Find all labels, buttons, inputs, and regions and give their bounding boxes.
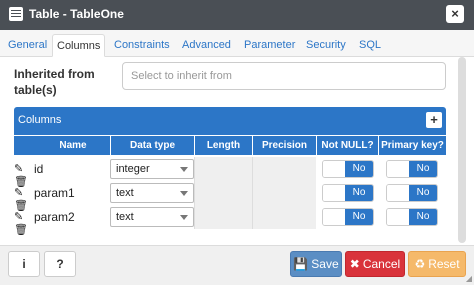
- cancel-label: Cancel: [362, 257, 401, 271]
- data-type-select[interactable]: text: [110, 207, 194, 227]
- not-null-toggle[interactable]: No: [322, 184, 374, 202]
- columns-grid-body: ✎🗑 id integer No No ✎🗑 param1 text No No…: [14, 155, 446, 236]
- save-button[interactable]: 💾 Save: [290, 251, 342, 277]
- trash-icon[interactable]: 🗑: [14, 224, 28, 236]
- inherit-label: Inherited from table(s): [14, 67, 95, 97]
- data-type-value: text: [116, 211, 134, 223]
- header-name: Name: [59, 140, 87, 151]
- primary-key-value: No: [409, 161, 437, 177]
- dialog-footer: i ? 💾 Save ✖ Cancel ♻ Reset ◢: [0, 245, 474, 285]
- header-primary-key: Primary key?: [378, 136, 446, 156]
- chevron-down-icon: [180, 215, 188, 220]
- data-type-select[interactable]: text: [110, 183, 194, 203]
- recycle-icon: ♻: [414, 257, 426, 271]
- edit-icon[interactable]: ✎: [14, 187, 23, 199]
- table-icon: [9, 7, 23, 21]
- tab-bar: General Columns Constraints Advanced Par…: [0, 30, 474, 57]
- primary-key-value: No: [409, 209, 437, 225]
- row-actions: ✎🗑: [14, 210, 36, 236]
- dialog-titlebar: Table - TableOne ×: [0, 0, 474, 30]
- columns-grid-column-headers: Name Data type Length Precision Not NULL…: [14, 135, 446, 156]
- inherit-select[interactable]: Select to inherit from: [122, 62, 446, 90]
- scrollbar[interactable]: [458, 57, 466, 243]
- row-actions: ✎🗑: [14, 162, 36, 188]
- column-name[interactable]: param2: [34, 210, 75, 224]
- not-null-value: No: [345, 209, 373, 225]
- data-type-value: text: [116, 187, 134, 199]
- not-null-value: No: [345, 161, 373, 177]
- save-label: Save: [311, 257, 339, 271]
- header-not-null: Not NULL?: [316, 136, 378, 156]
- primary-key-value: No: [409, 185, 437, 201]
- header-data-type: Data type: [110, 136, 194, 156]
- tab-advanced[interactable]: Advanced: [178, 34, 235, 57]
- tab-columns[interactable]: Columns: [52, 34, 106, 57]
- not-null-toggle[interactable]: No: [322, 208, 374, 226]
- chevron-down-icon: [180, 167, 188, 172]
- resize-grip-icon[interactable]: ◢: [466, 274, 472, 283]
- table-row: ✎🗑 param2 text No No: [14, 205, 446, 236]
- precision-cell[interactable]: [252, 181, 316, 205]
- help-button[interactable]: ?: [44, 251, 76, 277]
- header-precision: Precision: [252, 136, 316, 156]
- tab-constraints[interactable]: Constraints: [110, 34, 174, 57]
- not-null-value: No: [345, 185, 373, 201]
- reset-label: Reset: [428, 257, 460, 271]
- columns-grid-title: Columns: [18, 114, 62, 126]
- precision-cell[interactable]: [252, 205, 316, 229]
- not-null-toggle[interactable]: No: [322, 160, 374, 178]
- length-cell[interactable]: [194, 157, 252, 181]
- columns-grid-header: Columns +: [14, 107, 446, 135]
- primary-key-toggle[interactable]: No: [386, 184, 438, 202]
- dialog-title: Table - TableOne: [29, 7, 124, 21]
- data-type-select[interactable]: integer: [110, 159, 194, 179]
- cancel-button[interactable]: ✖ Cancel: [345, 251, 405, 277]
- edit-icon[interactable]: ✎: [14, 163, 23, 175]
- data-type-value: integer: [116, 163, 150, 175]
- column-name[interactable]: id: [34, 162, 43, 176]
- precision-cell[interactable]: [252, 157, 316, 181]
- tab-security[interactable]: Security: [302, 34, 350, 57]
- header-length: Length: [194, 136, 252, 156]
- floppy-disk-icon: 💾: [293, 257, 309, 271]
- primary-key-toggle[interactable]: No: [386, 160, 438, 178]
- tab-parameter[interactable]: Parameter: [240, 34, 299, 57]
- info-button[interactable]: i: [8, 251, 40, 277]
- tab-general[interactable]: General: [4, 34, 51, 57]
- close-button[interactable]: ×: [446, 5, 464, 23]
- primary-key-toggle[interactable]: No: [386, 208, 438, 226]
- tab-sql[interactable]: SQL: [355, 34, 385, 57]
- length-cell[interactable]: [194, 205, 252, 229]
- column-name[interactable]: param1: [34, 186, 75, 200]
- chevron-down-icon: [180, 191, 188, 196]
- table-row: ✎🗑 id integer No No: [14, 157, 446, 188]
- table-row: ✎🗑 param1 text No No: [14, 181, 446, 212]
- add-column-button[interactable]: +: [426, 112, 442, 128]
- edit-icon[interactable]: ✎: [14, 211, 23, 223]
- row-actions: ✎🗑: [14, 186, 36, 212]
- close-icon: ✖: [349, 257, 360, 271]
- length-cell[interactable]: [194, 181, 252, 205]
- reset-button[interactable]: ♻ Reset: [408, 251, 466, 277]
